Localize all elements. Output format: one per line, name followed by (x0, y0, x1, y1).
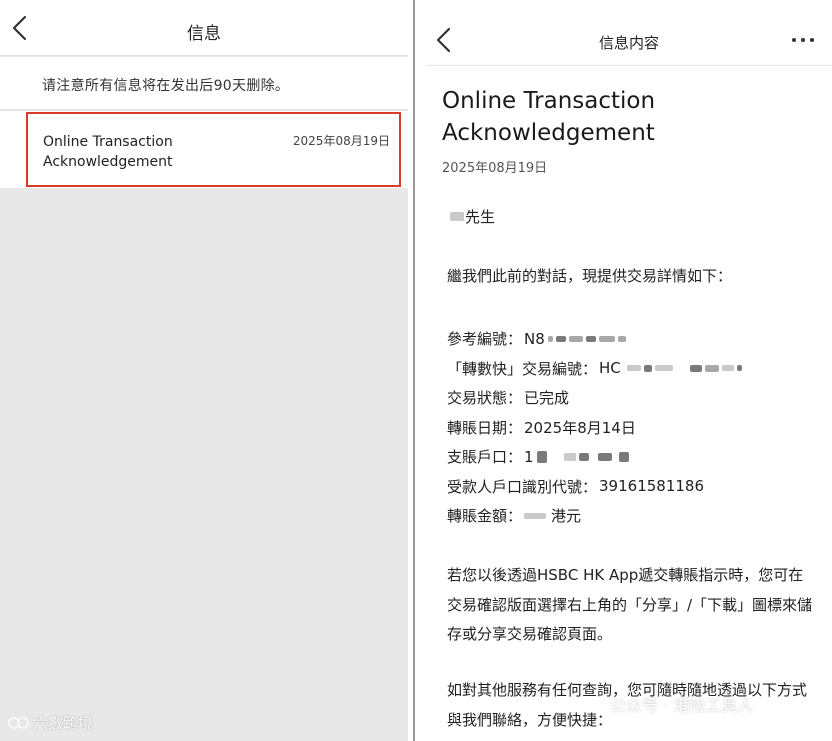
message-list: Online Transaction Acknowledgement 2025年… (0, 111, 408, 188)
detail-value: 1 (524, 448, 629, 466)
nav-bar: 信息内容 (426, 0, 832, 66)
detail-row: 支賬戶口： 1 (447, 442, 742, 472)
detail-row: 受款人戶口識別代號： 39161581186 (447, 472, 742, 502)
watermark: 公众号 · 港险工具人 (610, 696, 754, 715)
detail-label: 「轉數快」交易編號： (447, 359, 598, 378)
detail-label: 受款人戶口識別代號： (447, 477, 598, 496)
detail-value: 2025年8月14日 (524, 418, 636, 437)
message-title: Online Transaction Acknowledgement (442, 88, 656, 146)
detail-row: 「轉數快」交易編號： HC (447, 354, 742, 384)
page-title: 信息内容 (598, 34, 659, 52)
watermark-logo-icon (8, 716, 29, 729)
detail-label: 參考編號： (447, 330, 523, 349)
detail-label: 轉賬日期： (447, 418, 523, 437)
message-list-screen: 信息 请注意所有信息将在发出后90天删除。 Online Transaction… (0, 0, 408, 741)
intro-text: 繼我們此前的對話，現提供交易詳情如下： (447, 267, 733, 285)
detail-value: 已完成 (524, 389, 570, 408)
greeting: 先生 (450, 206, 495, 227)
detail-row: 參考編號： N8 (447, 324, 742, 354)
detail-row: 交易狀態： 已完成 (447, 383, 742, 413)
redacted-name (450, 212, 464, 221)
detail-value: N8 (524, 330, 626, 348)
detail-row: 轉賬日期： 2025年8月14日 (447, 413, 742, 443)
detail-value: HC (599, 359, 742, 377)
greeting-suffix: 先生 (465, 208, 496, 226)
detail-label: 支賬戶口： (447, 448, 523, 467)
detail-row: 轉賬金額： 港元 (447, 501, 742, 531)
detail-value: 港元 (524, 505, 581, 526)
message-title: Online Transaction Acknowledgement (43, 134, 173, 170)
message-date: 2025年08月19日 (442, 161, 548, 176)
message-date: 2025年08月19日 (292, 134, 390, 148)
notice-bar: 请注意所有信息将在发出后90天删除。 (0, 57, 408, 110)
list-item[interactable]: Online Transaction Acknowledgement 2025年… (26, 112, 401, 187)
watermark: 六數跨境 (8, 712, 93, 733)
nav-bar: 信息 (0, 0, 408, 56)
detail-value: 39161581186 (599, 477, 704, 496)
retention-notice: 请注意所有信息将在发出后90天删除。 (42, 78, 290, 94)
detail-label: 轉賬金額： (447, 507, 523, 526)
more-dots-icon (792, 38, 814, 42)
instruction-paragraph: 若您以後透過HSBC HK App遞交轉賬指示時，您可在交易確認版面選擇右上角的… (447, 566, 813, 643)
transaction-details: 參考編號： N8 「轉數快」交易編號： HC 交易狀態： 已完成 轉賬日期： 2… (447, 324, 742, 531)
more-button[interactable] (788, 26, 818, 54)
page-title: 信息 (187, 24, 221, 44)
detail-label: 交易狀態： (447, 389, 523, 408)
message-detail-screen: 信息内容 Online Transaction Acknowledgement … (426, 0, 832, 741)
watermark-text: 六數跨境 (33, 714, 94, 732)
pane-divider (408, 0, 426, 741)
